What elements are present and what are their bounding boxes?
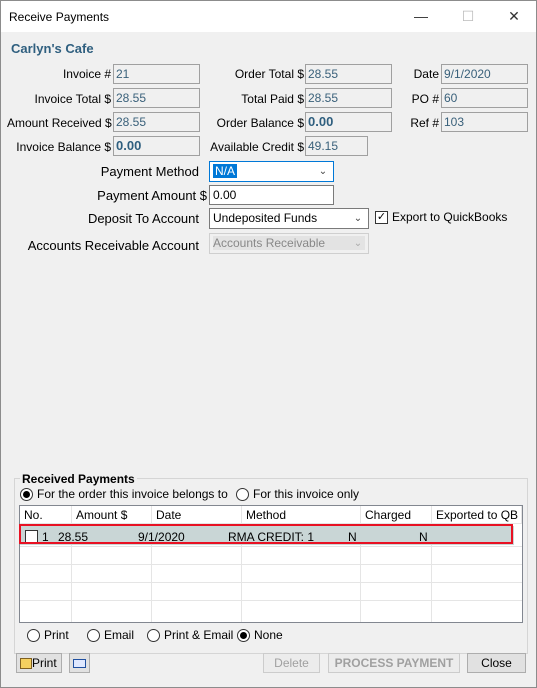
- column-header[interactable]: Charged: [361, 506, 432, 524]
- ar-account-label: Accounts Receivable Account: [27, 238, 199, 253]
- payment-method-label: Payment Method: [100, 164, 199, 179]
- date-label: Date: [413, 67, 439, 81]
- row-divider: [20, 546, 522, 547]
- print-button[interactable]: Print: [16, 653, 62, 673]
- scope-order-label: For the order this invoice belongs to: [37, 487, 228, 501]
- deposit-account-label: Deposit To Account: [87, 211, 199, 226]
- close-window-button[interactable]: ✕: [491, 1, 537, 32]
- title-bar: Receive Payments — ☐ ✕: [1, 1, 536, 32]
- order-balance-label: Order Balance $: [216, 116, 304, 130]
- ar-account-value: Accounts Receivable: [213, 236, 366, 250]
- date-field[interactable]: 9/1/2020: [441, 64, 528, 84]
- selected-row-outline: [19, 524, 513, 544]
- output-print-label: Print: [44, 628, 69, 642]
- order-total-label: Order Total $: [234, 67, 304, 81]
- column-header[interactable]: No.: [20, 506, 72, 524]
- payment-method-select[interactable]: N/A ⌄: [209, 161, 334, 182]
- ref-num-label: Ref #: [410, 116, 439, 130]
- column-header[interactable]: Amount $: [72, 506, 152, 524]
- available-credit-field[interactable]: 49.15: [305, 136, 368, 156]
- output-print-radio[interactable]: [27, 629, 40, 642]
- printer-icon: [20, 658, 32, 669]
- output-none-radio[interactable]: [237, 629, 250, 642]
- payment-method-value: N/A: [213, 164, 238, 178]
- chevron-down-icon: ⌄: [353, 238, 363, 249]
- preview-button[interactable]: [69, 653, 90, 673]
- received-payments-title: Received Payments: [20, 472, 137, 486]
- close-button[interactable]: Close: [467, 653, 526, 673]
- order-balance-field[interactable]: 0.00: [305, 112, 392, 132]
- maximize-button[interactable]: ☐: [445, 1, 491, 32]
- po-num-field[interactable]: 60: [441, 88, 528, 108]
- export-quickbooks-label: Export to QuickBooks: [392, 210, 508, 224]
- chevron-down-icon: ⌄: [353, 213, 363, 224]
- deposit-account-value: Undeposited Funds: [213, 211, 318, 225]
- scope-invoice-label: For this invoice only: [253, 487, 360, 501]
- column-header[interactable]: Date: [152, 506, 242, 524]
- total-paid-field[interactable]: 28.55: [305, 88, 392, 108]
- chevron-down-icon: ⌄: [318, 166, 328, 177]
- output-none-label: None: [254, 628, 283, 642]
- scope-order-radio[interactable]: [20, 488, 33, 501]
- amount-received-field[interactable]: 28.55: [113, 112, 200, 132]
- invoice-balance-label: Invoice Balance $: [16, 140, 111, 154]
- row-divider: [20, 582, 522, 583]
- receive-payments-window: Receive Payments — ☐ ✕ Carlyn's Cafe Inv…: [0, 0, 537, 688]
- amount-received-label: Amount Received $: [7, 116, 112, 130]
- total-paid-label: Total Paid $: [241, 92, 304, 106]
- payment-amount-label: Payment Amount $: [97, 188, 207, 203]
- company-name: Carlyn's Cafe: [11, 41, 94, 56]
- output-print-email-label: Print & Email: [164, 628, 234, 642]
- column-header[interactable]: Exported to QB: [432, 506, 522, 524]
- export-quickbooks-checkbox[interactable]: ✓: [375, 211, 388, 224]
- payment-amount-input[interactable]: 0.00: [209, 185, 334, 205]
- ref-num-field[interactable]: 103: [441, 112, 528, 132]
- preview-icon: [73, 659, 86, 668]
- invoice-total-label: Invoice Total $: [34, 92, 112, 106]
- scope-invoice-radio[interactable]: [236, 488, 249, 501]
- process-payment-button[interactable]: PROCESS PAYMENT: [328, 653, 460, 673]
- invoice-num-field[interactable]: 21: [113, 64, 200, 84]
- window-title: Receive Payments: [9, 10, 110, 24]
- output-print-email-radio[interactable]: [147, 629, 160, 642]
- po-num-label: PO #: [411, 92, 439, 106]
- output-email-label: Email: [104, 628, 135, 642]
- invoice-total-field[interactable]: 28.55: [113, 88, 200, 108]
- column-header[interactable]: Method: [242, 506, 361, 524]
- payments-table[interactable]: No. Amount $ Date Method Charged Exporte…: [19, 505, 523, 623]
- minimize-button[interactable]: —: [398, 1, 444, 32]
- ar-account-select: Accounts Receivable ⌄: [209, 233, 369, 254]
- invoice-num-label: Invoice #: [62, 67, 111, 81]
- delete-button[interactable]: Delete: [263, 653, 320, 673]
- deposit-account-select[interactable]: Undeposited Funds ⌄: [209, 208, 369, 229]
- order-total-field[interactable]: 28.55: [305, 64, 392, 84]
- invoice-balance-field[interactable]: 0.00: [113, 136, 200, 156]
- row-divider: [20, 600, 522, 601]
- available-credit-label: Available Credit $: [210, 140, 304, 154]
- print-button-label: Print: [32, 656, 57, 670]
- row-divider: [20, 564, 522, 565]
- output-email-radio[interactable]: [87, 629, 100, 642]
